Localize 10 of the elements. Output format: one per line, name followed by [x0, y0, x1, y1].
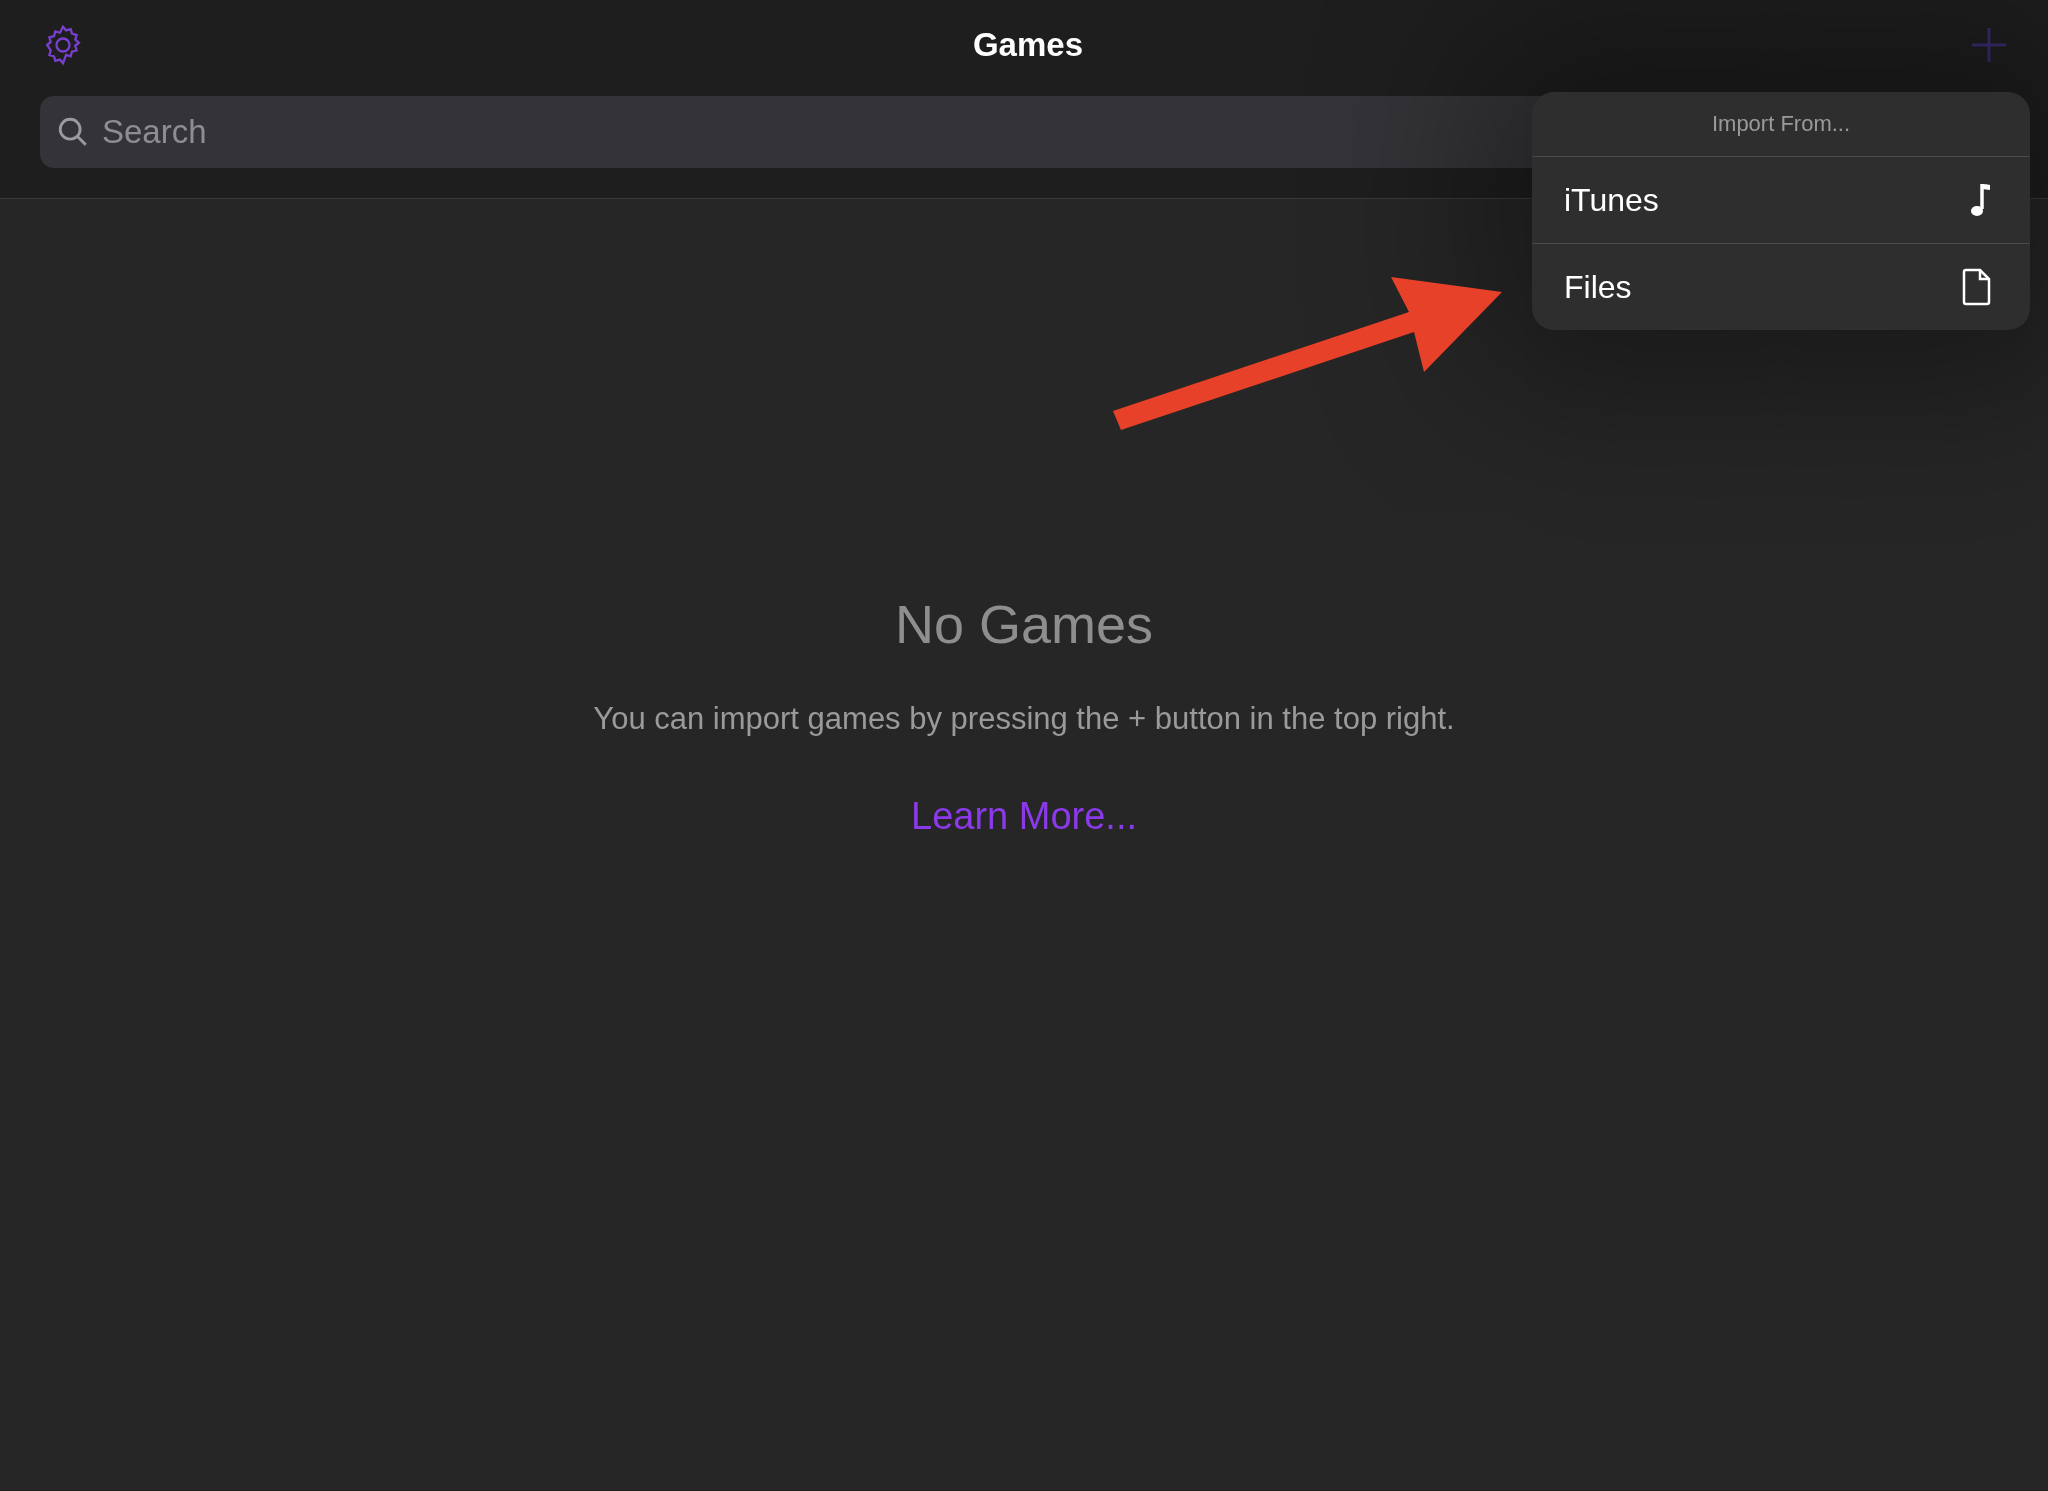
plus-icon — [1970, 26, 2008, 64]
document-icon — [1962, 268, 1992, 306]
page-title: Games — [972, 26, 1084, 64]
music-note-icon — [1968, 181, 1992, 219]
empty-title: No Games — [894, 593, 1154, 655]
menu-item[interactable]: Files — [1532, 244, 2030, 330]
search-icon — [56, 115, 90, 149]
menu-title: Import From... — [1532, 92, 2030, 157]
empty-message: You can import games by pressing the + button in the top right. — [593, 701, 1455, 737]
menu-item[interactable]: iTunes — [1532, 157, 2030, 244]
